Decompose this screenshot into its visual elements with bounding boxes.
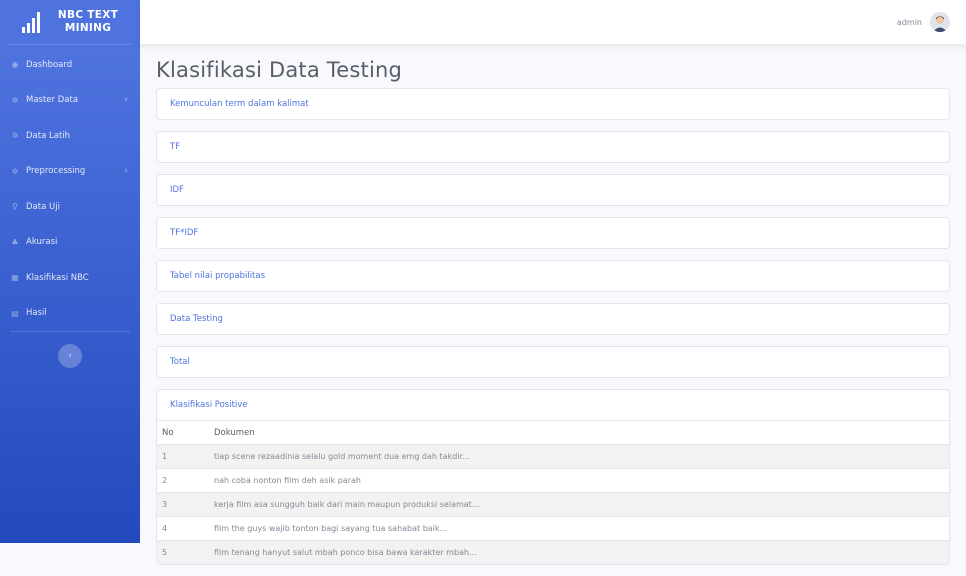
dashboard-icon: ◉: [11, 60, 19, 70]
cell-dokumen: kerja film asa sungguh baik dari main ma…: [213, 492, 949, 517]
sidebar-item-dashboard[interactable]: ◉ Dashboard: [0, 47, 140, 83]
signal-bars-icon: [22, 12, 40, 33]
sidebar-item-label: Hasil: [26, 308, 47, 319]
cell-dokumen: film the guys wajib tonton bagi sayang t…: [213, 516, 949, 541]
gear-icon: ✲: [11, 95, 19, 105]
cell-no: 4: [157, 516, 213, 541]
table-row: 1 tiap scene rezaadinia selalu gold mome…: [157, 444, 949, 469]
chevron-right-icon: ›: [124, 166, 128, 177]
calendar-icon: ▤: [11, 308, 19, 318]
card-tf[interactable]: TF: [156, 131, 950, 163]
sidebar-item-akurasi[interactable]: ♣ Akurasi: [0, 225, 140, 261]
brand-title: NBC TEXT MINING: [57, 9, 119, 34]
cell-no: 1: [157, 444, 213, 469]
chevron-right-icon: ›: [124, 95, 128, 106]
cell-dokumen: tiap scene rezaadinia selalu gold moment…: [213, 444, 949, 469]
column-header-dokumen: Dokumen: [213, 421, 949, 445]
cell-no: 3: [157, 492, 213, 517]
sidebar-item-data-uji[interactable]: ♀ Data Uji: [0, 189, 140, 225]
table-row: 4 film the guys wajib tonton bagi sayang…: [157, 516, 949, 541]
table-icon: ▦: [11, 273, 19, 283]
topbar: admin: [140, 0, 966, 44]
card-header[interactable]: Klasifikasi Positive: [157, 390, 949, 421]
table-row: 2 nah coba nonton film deh asik parah: [157, 468, 949, 493]
cell-dokumen: film tenang hanyut salut mbah ponco bisa…: [213, 540, 949, 564]
sidebar-nav: ◉ Dashboard ✲ Master Data › ✲ Data Latih…: [0, 47, 140, 331]
column-header-no: No: [157, 421, 213, 445]
card-tf-idf[interactable]: TF*IDF: [156, 217, 950, 249]
cell-no: 5: [157, 540, 213, 564]
table-row: 5 film tenang hanyut salut mbah ponco bi…: [157, 540, 949, 564]
card-tabel-propabilitas[interactable]: Tabel nilai propabilitas: [156, 260, 950, 292]
avatar[interactable]: [930, 12, 950, 32]
table-header-row: No Dokumen: [157, 421, 949, 445]
card-idf[interactable]: IDF: [156, 174, 950, 206]
user-avatar-icon: [930, 12, 950, 32]
sidebar-item-label: Preprocessing: [26, 166, 86, 177]
gear-icon: ✲: [11, 166, 19, 176]
sidebar-item-hasil[interactable]: ▤ Hasil: [0, 296, 140, 332]
card-header: Tabel nilai propabilitas: [170, 271, 266, 281]
sidebar-item-label: Master Data: [26, 95, 79, 106]
sidebar-item-master-data[interactable]: ✲ Master Data ›: [0, 83, 140, 119]
gear-icon: ✲: [11, 131, 19, 141]
table-row: 3 kerja film asa sungguh baik dari main …: [157, 492, 949, 517]
main-content: Klasifikasi Data Testing Kemunculan term…: [156, 58, 950, 576]
card-header: IDF: [170, 185, 184, 195]
page-title: Klasifikasi Data Testing: [156, 58, 403, 82]
sidebar-item-klasifikasi-nbc[interactable]: ▦ Klasifikasi NBC: [0, 260, 140, 296]
brand[interactable]: NBC TEXT MINING: [8, 0, 132, 45]
sidebar: NBC TEXT MINING ◉ Dashboard ✲ Master Dat…: [0, 0, 140, 543]
bell-icon: ♣: [11, 237, 19, 247]
card-header: Kemunculan term dalam kalimat: [170, 99, 309, 109]
card-header: TF*IDF: [170, 228, 199, 238]
cell-dokumen: nah coba nonton film deh asik parah: [213, 468, 949, 493]
card-header: TF: [170, 142, 181, 152]
sidebar-item-preprocessing[interactable]: ✲ Preprocessing ›: [0, 154, 140, 190]
sidebar-item-data-latih[interactable]: ✲ Data Latih: [0, 118, 140, 154]
card-klasifikasi-positive: Klasifikasi Positive No Dokumen 1 tiap s…: [156, 389, 950, 565]
sidebar-toggle-button[interactable]: ‹: [58, 344, 82, 368]
sidebar-item-label: Dashboard: [26, 59, 73, 70]
sidebar-item-label: Klasifikasi NBC: [26, 272, 89, 283]
card-header: Total: [170, 357, 190, 367]
card-total[interactable]: Total: [156, 346, 950, 378]
sidebar-divider: [10, 331, 130, 332]
sidebar-item-label: Data Uji: [26, 201, 60, 212]
sidebar-item-label: Data Latih: [26, 130, 71, 141]
user-name[interactable]: admin: [897, 18, 922, 27]
cell-no: 2: [157, 468, 213, 493]
card-header: Data Testing: [170, 314, 223, 324]
sidebar-item-label: Akurasi: [26, 237, 58, 248]
card-data-testing[interactable]: Data Testing: [156, 303, 950, 335]
user-icon: ♀: [12, 202, 18, 212]
chevron-left-icon: ‹: [68, 351, 72, 361]
card-kemunculan-term[interactable]: Kemunculan term dalam kalimat: [156, 88, 950, 120]
